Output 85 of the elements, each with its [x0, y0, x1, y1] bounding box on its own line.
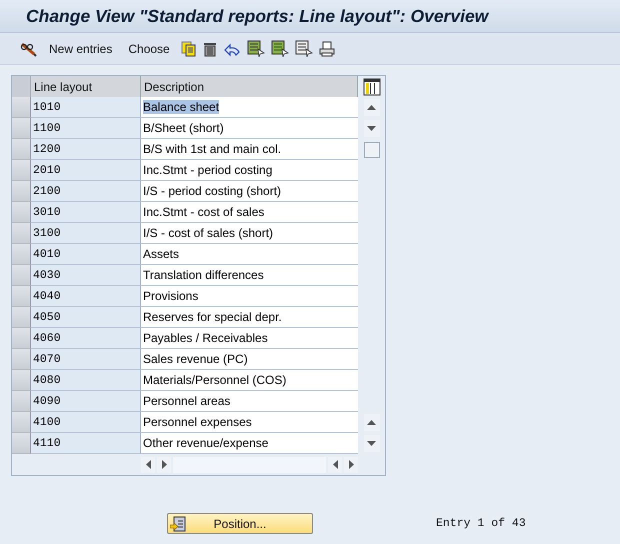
scroll-thumb[interactable] — [364, 142, 380, 158]
triangle-up-icon — [367, 105, 376, 110]
table-cell: 2010 — [31, 160, 141, 181]
row-selector[interactable] — [12, 349, 31, 370]
row-selector[interactable] — [12, 286, 31, 307]
table-cell: 4080 — [31, 370, 141, 391]
table-cell: Materials/Personnel (COS) — [141, 370, 358, 391]
scroll-down-button[interactable] — [364, 120, 380, 137]
row-selector[interactable] — [12, 265, 31, 286]
triangle-right-icon — [348, 460, 354, 469]
position-button[interactable]: Position... — [167, 513, 313, 534]
row-selector[interactable] — [12, 97, 31, 118]
row-selector[interactable] — [12, 412, 31, 433]
table-cell: 1100 — [31, 118, 141, 139]
table-cell: 4090 — [31, 391, 141, 412]
toolbar-button[interactable]: Choose — [123, 42, 175, 56]
row-selector[interactable] — [12, 391, 31, 412]
scroll-up-button[interactable] — [364, 414, 380, 431]
row-selector[interactable] — [12, 433, 31, 454]
row-selector[interactable] — [12, 139, 31, 160]
row-selector[interactable] — [12, 223, 31, 244]
table-cell: 4010 — [31, 244, 141, 265]
select-all-cell[interactable] — [12, 76, 31, 98]
scroll-down-button[interactable] — [364, 435, 380, 452]
scroll-right-button[interactable] — [344, 456, 358, 472]
table-cell: Reserves for special depr. — [141, 307, 358, 328]
table-cell: I/S - cost of sales (short) — [141, 223, 358, 244]
glasses-pencil-icon[interactable] — [20, 40, 38, 56]
column-header[interactable]: Line layout — [31, 76, 141, 97]
toolbar-button[interactable]: New entries — [44, 42, 118, 56]
row-selector[interactable] — [12, 244, 31, 265]
scroll-left-button[interactable] — [328, 456, 342, 472]
scroll-right-button[interactable] — [157, 456, 171, 472]
scroll-up-button[interactable] — [364, 99, 380, 116]
table-cell: 3010 — [31, 202, 141, 223]
printer-icon[interactable] — [318, 40, 335, 56]
table-cell: Provisions — [141, 286, 358, 307]
table-cell: 1010 — [31, 97, 141, 118]
table-cell: Other revenue/expense — [141, 433, 358, 454]
row-selector[interactable] — [12, 181, 31, 202]
table-cell: Assets — [141, 244, 358, 265]
table-cell: 4110 — [31, 433, 141, 454]
table-cell: Inc.Stmt - period costing — [141, 160, 358, 181]
table-cell: 4040 — [31, 286, 141, 307]
triangle-down-icon — [367, 441, 376, 446]
row-selector[interactable] — [12, 160, 31, 181]
window-title: Change View "Standard reports: Line layout": Overview — [26, 6, 488, 26]
triangle-up-icon — [367, 420, 376, 425]
table-cell: 3100 — [31, 223, 141, 244]
column-header[interactable]: Description — [141, 76, 358, 97]
table-cell: 4100 — [31, 412, 141, 433]
triangle-left-icon — [146, 460, 150, 469]
table-cell: 2100 — [31, 181, 141, 202]
table-cell: 4060 — [31, 328, 141, 349]
list-cursor-icon[interactable] — [246, 40, 265, 57]
scroll-left-button[interactable] — [141, 456, 155, 472]
table-cell: Balance sheet — [141, 97, 358, 118]
table-cell: I/S - period costing (short) — [141, 181, 358, 202]
table-cell: Inc.Stmt - cost of sales — [141, 202, 358, 223]
table-cell: Personnel expenses — [141, 412, 358, 433]
table-cell: 4030 — [31, 265, 141, 286]
table-cell: B/S with 1st and main col. — [141, 139, 358, 160]
row-selector[interactable] — [12, 328, 31, 349]
table-cell: Sales revenue (PC) — [141, 349, 358, 370]
column-settings-icon[interactable] — [362, 78, 380, 96]
table-cell: Translation differences — [141, 265, 358, 286]
table-cell: 1200 — [31, 139, 141, 160]
table-cell: Personnel areas — [141, 391, 358, 412]
row-selector[interactable] — [12, 118, 31, 139]
position-icon — [170, 516, 186, 532]
row-selector[interactable] — [12, 202, 31, 223]
triangle-right-icon — [162, 460, 166, 469]
table-cell: 4050 — [31, 307, 141, 328]
triangle-down-icon — [367, 126, 376, 131]
list-cursor-icon[interactable] — [270, 40, 289, 57]
entry-count: Entry 1 of 43 — [436, 517, 526, 530]
row-selector[interactable] — [12, 370, 31, 391]
row-selector[interactable] — [12, 307, 31, 328]
list-cursor-icon[interactable] — [294, 40, 313, 57]
copy-icon[interactable] — [180, 40, 197, 56]
table-cell: B/Sheet (short) — [141, 118, 358, 139]
table-cell: Payables / Receivables — [141, 328, 358, 349]
triangle-left-icon — [332, 460, 338, 469]
trash-icon[interactable] — [202, 40, 217, 56]
table-cell: 4070 — [31, 349, 141, 370]
